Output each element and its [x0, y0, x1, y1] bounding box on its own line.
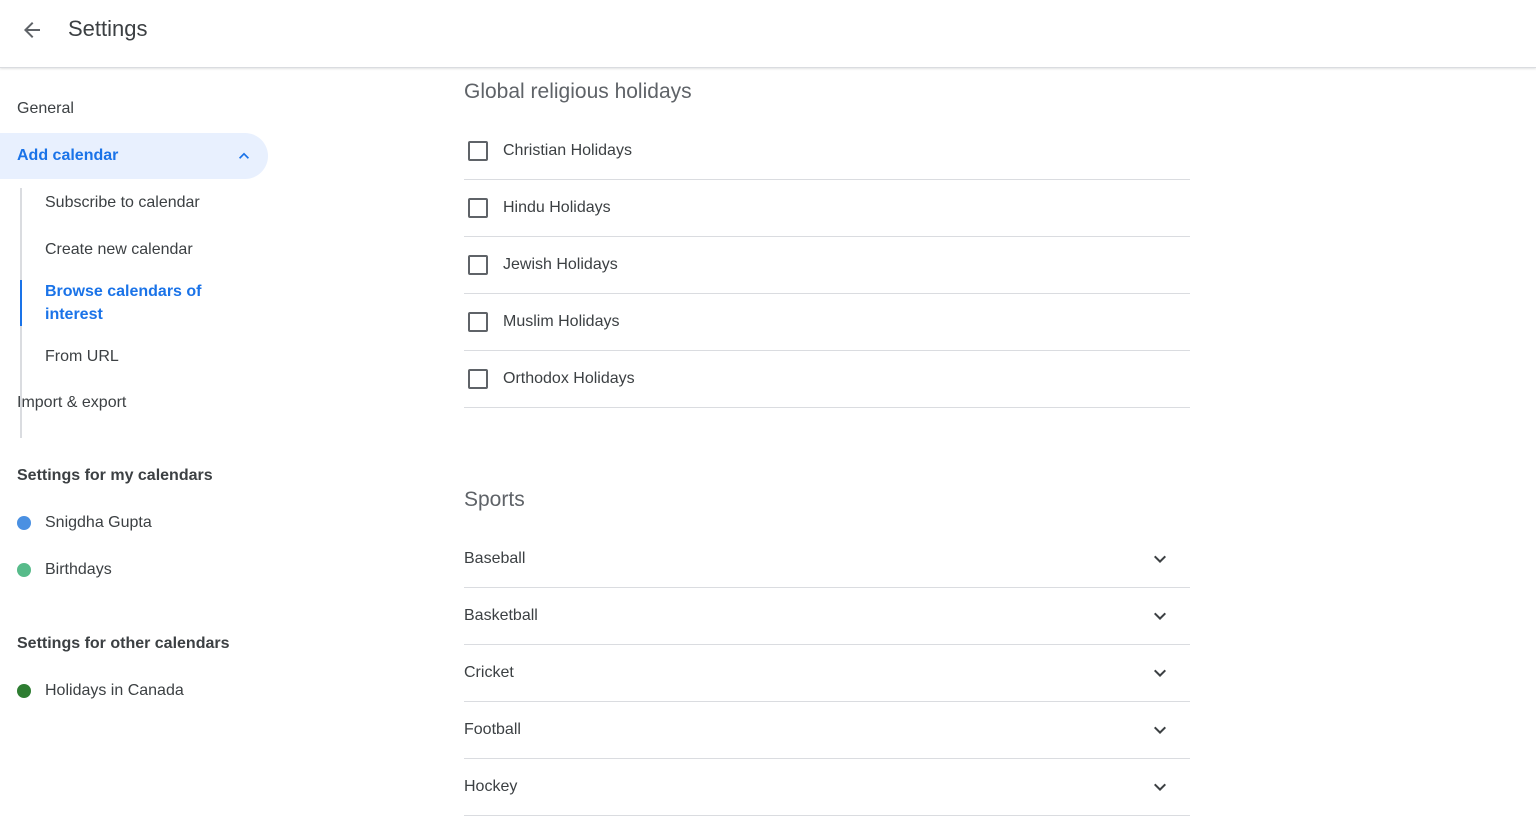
holiday-label: Orthodox Holidays: [503, 370, 635, 387]
calendar-name: Birthdays: [45, 561, 112, 578]
chevron-down-icon: [1154, 555, 1166, 563]
checkbox[interactable]: [468, 312, 488, 332]
holiday-label: Muslim Holidays: [503, 313, 620, 330]
calendar-item-snigdha-gupta[interactable]: Snigdha Gupta: [0, 503, 268, 543]
other-calendars-heading: Settings for other calendars: [17, 635, 230, 652]
calendar-name: Snigdha Gupta: [45, 514, 152, 531]
my-calendars-heading: Settings for my calendars: [17, 467, 213, 484]
checkbox[interactable]: [468, 141, 488, 161]
holiday-label: Hindu Holidays: [503, 199, 611, 216]
calendar-item-birthdays[interactable]: Birthdays: [0, 550, 268, 590]
nav-import-export[interactable]: Import & export: [0, 380, 268, 426]
sport-label: Baseball: [464, 550, 526, 567]
checkbox[interactable]: [468, 255, 488, 275]
app-header: Settings: [0, 0, 1536, 68]
chevron-down-icon: [1154, 726, 1166, 734]
nav-general[interactable]: General: [0, 86, 268, 132]
nav-browse-calendars-of-interest[interactable]: Browse calendars of interest: [20, 280, 260, 326]
nav-subscribe-to-calendar[interactable]: Subscribe to calendar: [20, 191, 260, 214]
holiday-label: Christian Holidays: [503, 142, 632, 159]
checkbox[interactable]: [468, 198, 488, 218]
chevron-down-icon: [1154, 783, 1166, 791]
nav-create-new-calendar[interactable]: Create new calendar: [20, 238, 260, 261]
chevron-down-icon: [1154, 669, 1166, 677]
sport-label: Cricket: [464, 664, 514, 681]
religious-holidays-title: Global religious holidays: [464, 80, 692, 103]
sport-row-football[interactable]: Football: [464, 702, 1190, 759]
holiday-label: Jewish Holidays: [503, 256, 618, 273]
sports-title: Sports: [464, 488, 525, 511]
holiday-row-jewish[interactable]: Jewish Holidays: [464, 237, 1190, 294]
back-button[interactable]: [12, 10, 52, 50]
calendar-name: Holidays in Canada: [45, 682, 184, 699]
sport-row-hockey[interactable]: Hockey: [464, 759, 1190, 816]
calendar-color-dot: [17, 563, 31, 577]
arrow-back-icon: [24, 22, 40, 38]
sport-row-cricket[interactable]: Cricket: [464, 645, 1190, 702]
nav-add-calendar-label: Add calendar: [17, 147, 119, 164]
calendar-item-holidays-in-canada[interactable]: Holidays in Canada: [0, 671, 268, 711]
sport-label: Basketball: [464, 607, 538, 624]
sport-label: Football: [464, 721, 521, 738]
calendar-color-dot: [17, 516, 31, 530]
settings-sidebar: General Add calendar Subscribe to calend…: [0, 68, 290, 825]
calendar-color-dot: [17, 684, 31, 698]
chevron-up-icon: [239, 152, 249, 159]
checkbox[interactable]: [468, 369, 488, 389]
nav-add-calendar[interactable]: Add calendar: [0, 133, 268, 179]
sport-label: Hockey: [464, 778, 518, 795]
sport-row-basketball[interactable]: Basketball: [464, 588, 1190, 645]
chevron-down-icon: [1154, 612, 1166, 620]
nav-from-url[interactable]: From URL: [20, 345, 260, 368]
holiday-row-muslim[interactable]: Muslim Holidays: [464, 294, 1190, 351]
holiday-row-christian[interactable]: Christian Holidays: [464, 123, 1190, 180]
holiday-row-orthodox[interactable]: Orthodox Holidays: [464, 351, 1190, 408]
holiday-row-hindu[interactable]: Hindu Holidays: [464, 180, 1190, 237]
page-title: Settings: [68, 16, 148, 41]
sport-row-baseball[interactable]: Baseball: [464, 531, 1190, 588]
